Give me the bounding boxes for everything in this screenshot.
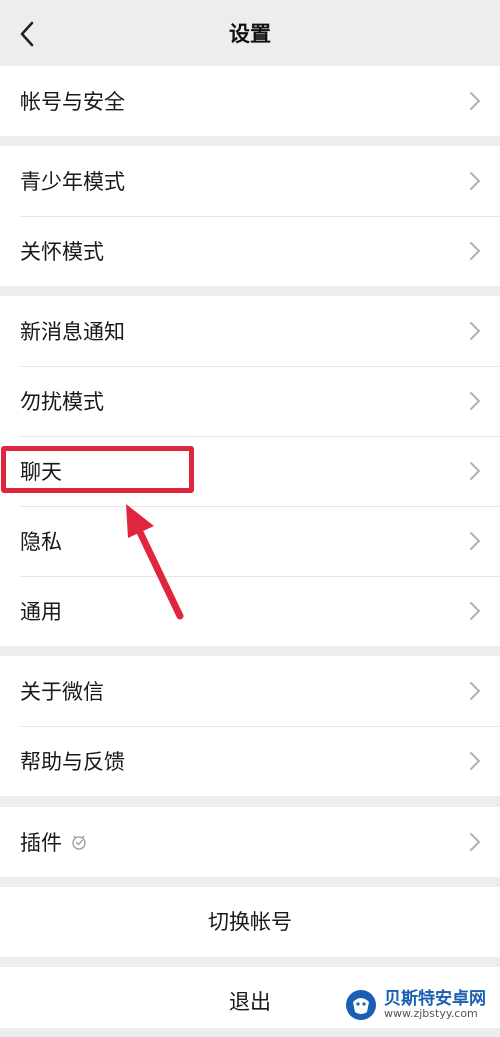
settings-item-label: 关怀模式	[20, 240, 104, 264]
chevron-right-icon	[470, 392, 480, 410]
settings-item-care-mode[interactable]: 关怀模式	[0, 216, 500, 286]
settings-item-do-not-disturb[interactable]: 勿扰模式	[0, 366, 500, 436]
settings-item-label: 插件	[20, 831, 62, 855]
settings-item-plugins[interactable]: 插件	[0, 807, 500, 877]
settings-item-help-feedback[interactable]: 帮助与反馈	[0, 726, 500, 796]
settings-group-about: 关于微信 帮助与反馈	[0, 656, 500, 796]
settings-item-label: 隐私	[20, 530, 62, 554]
watermark-name: 贝斯特安卓网	[384, 988, 486, 1009]
settings-item-general[interactable]: 通用	[0, 576, 500, 646]
chevron-right-icon	[470, 172, 480, 190]
chevron-right-icon	[470, 833, 480, 851]
settings-item-label: 新消息通知	[20, 320, 125, 344]
chevron-right-icon	[470, 752, 480, 770]
settings-group-account: 帐号与安全	[0, 66, 500, 136]
chevron-right-icon	[470, 322, 480, 340]
chevron-right-icon	[470, 242, 480, 260]
settings-item-label: 通用	[20, 600, 62, 624]
chevron-right-icon	[470, 462, 480, 480]
settings-item-about-wechat[interactable]: 关于微信	[0, 656, 500, 726]
settings-group-plugins: 插件	[0, 807, 500, 877]
settings-item-label: 关于微信	[20, 680, 104, 704]
watermark-url: www.zjbstyy.com	[384, 1007, 478, 1021]
page-title: 设置	[229, 22, 271, 46]
watermark-logo-icon	[346, 990, 376, 1020]
settings-group-modes: 青少年模式 关怀模式	[0, 146, 500, 286]
settings-item-label: 帐号与安全	[20, 90, 125, 114]
settings-item-chat[interactable]: 聊天	[0, 436, 500, 506]
chevron-right-icon	[470, 602, 480, 620]
settings-item-teen-mode[interactable]: 青少年模式	[0, 146, 500, 216]
settings-item-label: 聊天	[20, 460, 62, 484]
switch-account-button[interactable]: 切换帐号	[0, 887, 500, 957]
settings-item-label: 青少年模式	[20, 170, 125, 194]
chevron-right-icon	[470, 682, 480, 700]
settings-item-label: 勿扰模式	[20, 390, 104, 414]
settings-item-label: 帮助与反馈	[20, 750, 125, 774]
nav-bar: 设置	[0, 0, 500, 66]
settings-item-account-security[interactable]: 帐号与安全	[0, 66, 500, 136]
settings-group-general: 新消息通知 勿扰模式 聊天 隐私 通用	[0, 296, 500, 646]
chevron-right-icon	[470, 92, 480, 110]
watermark: 贝斯特安卓网 www.zjbstyy.com	[344, 988, 486, 1022]
settings-item-privacy[interactable]: 隐私	[0, 506, 500, 576]
plugin-badge-icon	[72, 835, 86, 850]
settings-item-notifications[interactable]: 新消息通知	[0, 296, 500, 366]
chevron-right-icon	[470, 532, 480, 550]
